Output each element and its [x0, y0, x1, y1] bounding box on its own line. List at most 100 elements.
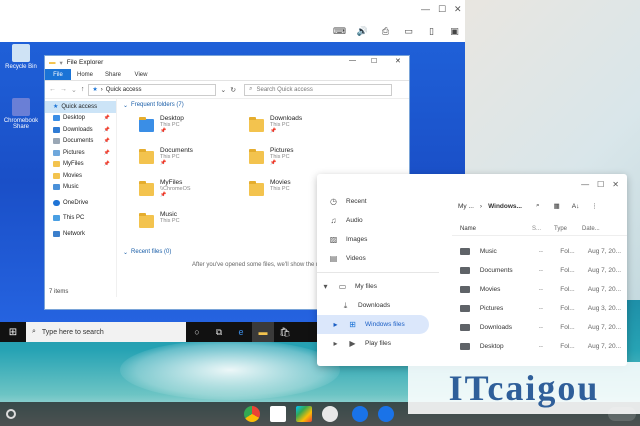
settings-icon[interactable] — [352, 406, 368, 422]
address-dropdown-icon[interactable]: ⌄ — [220, 86, 226, 94]
column-name[interactable]: Name — [452, 226, 532, 232]
forward-icon[interactable]: → — [60, 86, 67, 93]
chevron-right-icon[interactable]: ▸ — [331, 339, 340, 348]
vm-minimize-icon[interactable]: — — [421, 4, 430, 14]
more-options-icon[interactable]: ⋮ — [591, 202, 598, 210]
column-date[interactable]: Date... — [582, 226, 622, 232]
file-date: Aug 7, 20... — [587, 343, 621, 350]
grid-view-icon[interactable]: ▦ — [554, 202, 560, 210]
nav-item-movies[interactable]: Movies — [45, 170, 116, 182]
edge-icon[interactable]: e — [230, 322, 252, 342]
search-icon[interactable]: ⌕ — [536, 202, 540, 210]
nav-item-onedrive[interactable]: OneDrive — [45, 197, 116, 209]
start-button[interactable]: ⊞ — [0, 322, 26, 342]
cortana-icon[interactable]: ○ — [186, 322, 208, 342]
sidebar-item-recent[interactable]: ◷ Recent — [317, 192, 439, 211]
column-type[interactable]: Type — [554, 226, 582, 232]
close-icon[interactable]: ✕ — [612, 180, 619, 189]
chromebook-share-desktop-icon[interactable]: Chromebook Share — [3, 98, 39, 130]
file-row[interactable]: Documents -- Fol... Aug 7, 20... — [452, 261, 627, 280]
ribbon-tab-view[interactable]: View — [127, 69, 155, 80]
chevron-right-icon[interactable]: ▸ — [331, 320, 340, 329]
folder-icon[interactable]: ▭ — [403, 26, 414, 37]
folder-tile-documents[interactable]: Documents This PC 📌 — [139, 147, 249, 175]
sidebar-item-videos[interactable]: ▤ Videos — [317, 249, 439, 268]
file-row[interactable]: Downloads -- Fol... Aug 7, 20... — [452, 318, 627, 337]
ribbon-tab-share[interactable]: Share — [99, 69, 127, 80]
file-row[interactable]: Desktop -- Fol... Aug 7, 20... — [452, 337, 627, 356]
desktop-folder-icon — [139, 117, 154, 132]
column-size[interactable]: S... — [532, 226, 554, 232]
nav-item-desktop[interactable]: Desktop 📌 — [45, 113, 116, 125]
folder-tile-downloads[interactable]: Downloads This PC 📌 — [249, 115, 359, 143]
nav-item-this-pc[interactable]: This PC — [45, 213, 116, 225]
share-icon[interactable]: ▯ — [426, 26, 437, 37]
minimize-icon[interactable]: — — [581, 180, 589, 189]
recent-header-label: Recent files (0) — [131, 249, 172, 255]
nav-item-pictures[interactable]: Pictures 📌 — [45, 147, 116, 159]
breadcrumb-parent[interactable]: My ... — [458, 203, 474, 210]
volume-icon[interactable]: 🔊 — [357, 26, 368, 37]
fe-maximize-icon[interactable]: ☐ — [371, 57, 377, 65]
nav-item-documents[interactable]: Documents 📌 — [45, 136, 116, 148]
back-icon[interactable]: ← — [49, 86, 56, 93]
file-explorer-taskbar-icon[interactable]: ▬ — [252, 322, 274, 342]
chevron-down-icon[interactable]: ▾ — [321, 282, 330, 291]
video-icon: ▤ — [329, 254, 338, 263]
file-row[interactable]: Pictures -- Fol... Aug 3, 20... — [452, 299, 627, 318]
chrome-icon[interactable] — [244, 406, 260, 422]
print-icon[interactable]: ⎙ — [380, 26, 391, 37]
folder-tile-desktop[interactable]: Desktop This PC 📌 — [139, 115, 249, 143]
sort-icon[interactable]: A↓ — [572, 203, 580, 210]
sidebar-label: Videos — [346, 255, 366, 262]
fe-minimize-icon[interactable]: — — [349, 57, 356, 64]
maximize-icon[interactable]: ☐ — [597, 180, 604, 189]
sidebar-item-my-files[interactable]: ▾ ▭ My files — [317, 277, 439, 296]
sidebar-item-play-files[interactable]: ▸ ▶ Play files — [317, 334, 439, 353]
gmail-icon[interactable] — [270, 406, 286, 422]
nav-item-downloads[interactable]: Downloads 📌 — [45, 124, 116, 136]
recent-locations-icon[interactable]: ⌄ — [71, 86, 77, 94]
nav-label: Quick access — [61, 103, 98, 110]
nav-item-myfiles[interactable]: MyFiles 📌 — [45, 159, 116, 171]
file-row[interactable]: Music -- Fol... Aug 7, 20... — [452, 242, 627, 261]
nav-item-network[interactable]: Network — [45, 228, 116, 240]
sidebar-item-downloads[interactable]: ⤓ Downloads — [317, 296, 439, 315]
recycle-bin-desktop-icon[interactable]: Recycle Bin — [3, 44, 39, 70]
sidebar-item-windows-files[interactable]: ▸ ⊞ Windows files — [317, 315, 429, 334]
vm-maximize-icon[interactable]: ☐ — [438, 4, 446, 15]
sidebar-item-audio[interactable]: ♫ Audio — [317, 211, 439, 230]
ribbon-tab-file[interactable]: File — [45, 69, 71, 80]
files-icon[interactable] — [378, 406, 394, 422]
breadcrumb-current[interactable]: Windows... — [488, 203, 522, 210]
store-icon[interactable]: 🛍 — [274, 322, 296, 342]
fe-search-box[interactable]: ⌕ Search Quick access — [244, 83, 393, 96]
taskbar-search-box[interactable]: ⌕ Type here to search — [26, 322, 186, 342]
up-icon[interactable]: ↑ — [81, 86, 85, 93]
launcher-icon[interactable] — [6, 409, 16, 419]
folder-tile-myfiles[interactable]: MyFiles \\ChromeOS 📌 — [139, 179, 249, 207]
nav-item-quick-access[interactable]: ★ Quick access — [45, 101, 116, 113]
nav-item-music[interactable]: Music — [45, 182, 116, 194]
address-bar[interactable]: ★ › Quick access — [88, 83, 217, 96]
folder-tile-pictures[interactable]: Pictures This PC 📌 — [249, 147, 359, 175]
refresh-icon[interactable]: ↻ — [230, 86, 236, 94]
ribbon-tab-home[interactable]: Home — [71, 69, 99, 80]
frequent-folders-header[interactable]: ⌄ Frequent folders (7) — [123, 99, 408, 111]
keyboard-icon[interactable]: ⌨ — [333, 26, 346, 37]
task-view-icon[interactable]: ⧉ — [208, 322, 230, 342]
quick-access-toolbar-icon[interactable]: ▾ — [60, 59, 63, 67]
file-row[interactable]: Movies -- Fol... Aug 7, 20... — [452, 280, 627, 299]
vm-close-icon[interactable]: ✕ — [454, 4, 462, 15]
fe-titlebar[interactable]: ▬ ▾ File Explorer — ☐ ✕ — [45, 56, 409, 69]
camera-icon[interactable] — [322, 406, 338, 422]
sidebar-item-images[interactable]: ▨ Images — [317, 230, 439, 249]
fe-close-icon[interactable]: ✕ — [395, 57, 401, 65]
folder-tile-music[interactable]: Music This PC — [139, 211, 249, 239]
nav-label: OneDrive — [63, 199, 89, 206]
play-store-icon[interactable] — [296, 406, 312, 422]
search-icon: ⌕ — [249, 86, 253, 92]
fullscreen-icon[interactable]: ▣ — [449, 26, 460, 37]
vm-titlebar[interactable]: — ☐ ✕ — [0, 0, 465, 22]
star-icon: ★ — [92, 87, 98, 93]
